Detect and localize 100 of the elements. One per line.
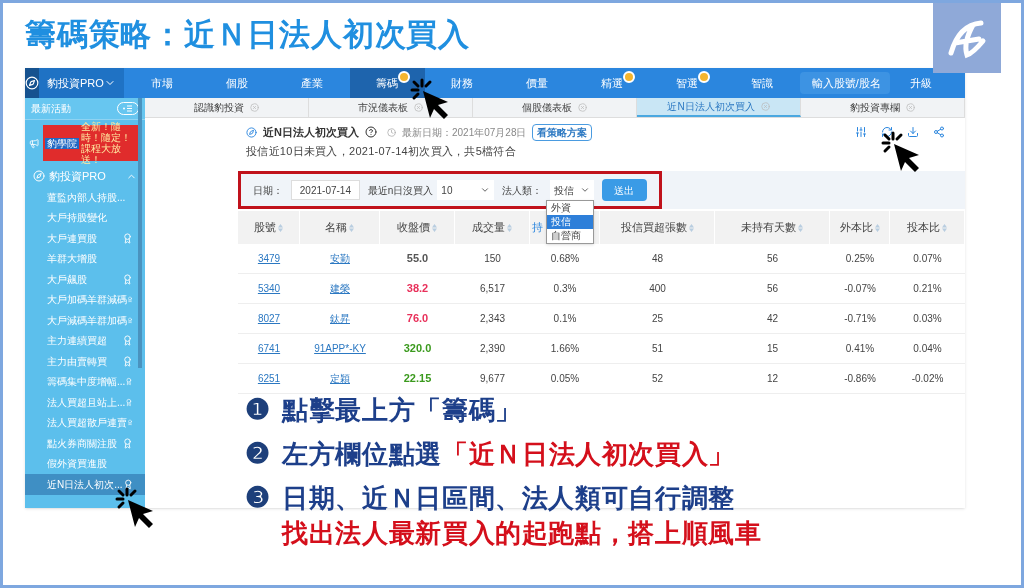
news-heading: 最新活動 [31, 102, 71, 116]
column-header[interactable]: 名稱 [325, 219, 347, 236]
table-cell-text: 0.68% [550, 252, 580, 266]
column-header[interactable]: 投本比 [907, 219, 940, 236]
sort-icon[interactable] [688, 223, 694, 232]
update-date: 最新日期：2021年07月28日 [401, 125, 527, 140]
table-cell-text: 0.07% [913, 252, 942, 266]
sort-icon[interactable] [798, 223, 803, 232]
download-icon[interactable] [907, 126, 919, 138]
nav-tab[interactable]: 個股 [199, 68, 275, 98]
step-text: 日期、近Ｎ日區間、法人類可自行調整 [282, 482, 737, 515]
dropdown-option[interactable]: 外資 [547, 201, 593, 215]
sort-icon[interactable] [874, 223, 880, 232]
table-cell-text: 52 [651, 372, 664, 386]
nav-tab[interactable]: 精選 [574, 68, 650, 98]
days-select[interactable]: 10 [437, 180, 495, 200]
column-header[interactable]: 持 [532, 219, 543, 236]
nav-tab[interactable]: 籌碼 [349, 68, 425, 98]
step-text: 左方欄位點選「近Ｎ日法人初次買入」 [282, 438, 736, 471]
dropdown-option[interactable]: 自營商 [547, 229, 593, 243]
result-summary: 投信近10日未買入，2021-07-14初次買入，共5檔符合 [245, 144, 517, 159]
page-tab[interactable]: 認識豹投資 [145, 98, 309, 117]
nav-tab[interactable]: 智識 [724, 68, 800, 98]
table-cell-text: 400 [649, 282, 666, 296]
close-icon[interactable] [906, 103, 915, 112]
table-cell-text: 150 [484, 252, 501, 266]
stock-name-link[interactable]: 91APP*-KY [314, 341, 366, 356]
table-cell-text: 48 [651, 252, 664, 266]
strategy-title: 近N日法人初次買入 [263, 124, 359, 140]
table-cell-text: 25 [651, 312, 664, 326]
table-cell-text: 9,677 [480, 372, 505, 386]
close-icon[interactable] [760, 102, 770, 111]
sort-icon[interactable] [278, 223, 283, 232]
stock-code-link[interactable]: 6741 [257, 341, 281, 356]
table-cell-text: -0.07% [844, 282, 876, 296]
column-header[interactable]: 收盤價 [397, 219, 430, 236]
table-cell-text: 1.66% [550, 342, 580, 356]
sort-icon[interactable] [432, 223, 437, 232]
column-header[interactable]: 外本比 [839, 219, 873, 236]
logo-icon [25, 76, 39, 90]
column-header[interactable]: 投信買超張數 [620, 219, 687, 236]
help-icon[interactable] [364, 126, 377, 138]
sort-icon[interactable] [349, 223, 354, 232]
table-cell-text: 76.0 [406, 311, 429, 327]
column-header[interactable]: 未持有天數 [741, 219, 796, 236]
table-cell-text: 22.15 [403, 371, 432, 387]
collapse-icon[interactable] [117, 102, 139, 115]
sort-icon[interactable] [507, 223, 512, 232]
stock-name-link[interactable]: 建榮 [330, 281, 350, 296]
dropdown-option[interactable]: 投信 [547, 215, 593, 229]
nav-tab[interactable]: 財務 [424, 68, 500, 98]
step-note: 找出法人最新買入的起跑點，搭上順風車 [282, 517, 762, 550]
column-header[interactable]: 成交量 [472, 219, 505, 236]
stock-name-link[interactable]: 安勤 [330, 251, 350, 266]
sidebar-item[interactable]: 近N日法人初次... [25, 474, 145, 495]
table-cell-text: 2,343 [480, 312, 505, 326]
table-cell-text: 55.0 [406, 251, 429, 267]
banner-brand: 豹學院 [45, 137, 80, 149]
stock-code-link[interactable]: 5340 [257, 281, 281, 296]
stock-name-link[interactable]: 定穎 [330, 371, 350, 386]
table-cell-text: 0.1% [553, 312, 577, 326]
nav-tab[interactable]: 價量 [499, 68, 575, 98]
table-cell-text: 2,390 [480, 342, 505, 356]
stock-name-link[interactable]: 鈦昇 [330, 311, 350, 326]
column-header[interactable]: 股號 [254, 219, 276, 236]
product-menu[interactable]: 豹投資PRO [39, 68, 125, 98]
step-number: ❶ [245, 393, 270, 427]
refresh-icon[interactable] [881, 126, 893, 138]
clock-icon [386, 127, 396, 137]
table-cell-text: 0.05% [550, 372, 580, 386]
nav-tab[interactable]: 智選 [649, 68, 725, 98]
close-icon[interactable] [250, 103, 259, 112]
table-cell-text: 12 [766, 372, 779, 386]
table-cell-text: 51 [651, 342, 664, 356]
share-icon[interactable] [933, 126, 945, 138]
stock-code-link[interactable]: 3479 [257, 251, 281, 266]
nav-tab[interactable]: 產業 [274, 68, 350, 98]
page-tab[interactable]: 豹投資專欄 [801, 98, 965, 117]
close-icon[interactable] [578, 103, 587, 112]
plan-button[interactable]: 看策略方案 [532, 123, 593, 141]
type-label: 法人類： [502, 183, 543, 198]
stock-code-link[interactable]: 6251 [257, 371, 281, 386]
submit-button[interactable]: 送出 [601, 179, 647, 201]
page-tab[interactable]: 近N日法人初次買入 [637, 98, 801, 117]
close-icon[interactable] [414, 103, 423, 112]
table-cell-text: 0.03% [913, 312, 942, 326]
chevron-down-icon [579, 185, 590, 195]
megaphone-icon [29, 137, 40, 149]
table-cell-text: 6,517 [480, 282, 505, 296]
filter-icon[interactable] [855, 126, 867, 138]
stock-code-link[interactable]: 8027 [257, 311, 281, 326]
type-select[interactable]: 投信 [550, 180, 594, 200]
nav-tab[interactable]: 市場 [124, 68, 200, 98]
logo-icon [933, 3, 1001, 73]
table-cell-text: 15 [766, 342, 779, 356]
date-field[interactable]: 2021-07-14 [291, 180, 360, 200]
table-cell-text: -0.71% [844, 312, 876, 326]
sort-icon[interactable] [942, 223, 947, 232]
search-field[interactable]: 輸入股號/股名 [799, 72, 890, 94]
upgrade-link[interactable]: 升級 [909, 74, 932, 92]
